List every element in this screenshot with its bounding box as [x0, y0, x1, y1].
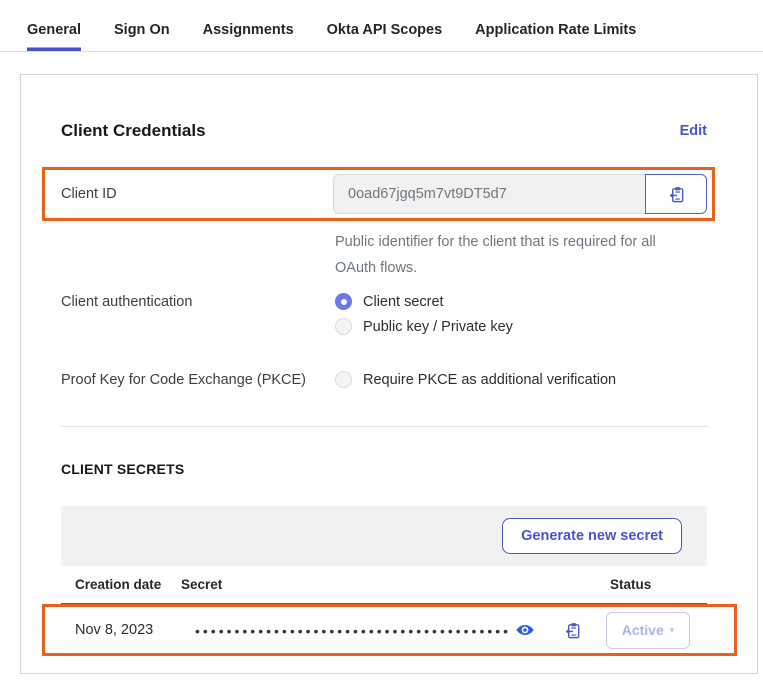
pkce-options: Require PKCE as additional verification: [335, 371, 616, 396]
client-id-help-text: Public identifier for the client that is…: [335, 229, 683, 281]
client-secrets-title: CLIENT SECRETS: [61, 461, 707, 477]
radio-unselected-icon[interactable]: [335, 318, 352, 335]
client-authentication-row: Client authentication Client secret Publ…: [61, 293, 707, 343]
clipboard-copy-icon: [667, 185, 686, 204]
pkce-option-label: Require PKCE as additional verification: [363, 372, 616, 388]
tab-okta-api-scopes[interactable]: Okta API Scopes: [327, 12, 443, 51]
secret-status-dropdown[interactable]: Active ▾: [606, 612, 690, 649]
edit-link[interactable]: Edit: [680, 123, 707, 139]
masked-secret-value: ••••••••••••••••••••••••••••••••••••••••: [195, 621, 513, 639]
client-authentication-options: Client secret Public key / Private key: [335, 293, 513, 343]
pkce-row: Proof Key for Code Exchange (PKCE) Requi…: [61, 371, 707, 396]
header-creation-date: Creation date: [61, 577, 181, 592]
client-authentication-label: Client authentication: [61, 293, 335, 310]
header-secret: Secret: [181, 577, 610, 592]
secrets-table-header: Creation date Secret Status: [61, 566, 707, 604]
eye-icon: [515, 620, 535, 640]
radio-option-label: Client secret: [363, 294, 444, 310]
chevron-down-icon: ▾: [670, 625, 675, 636]
radio-option-public-private-key[interactable]: Public key / Private key: [335, 318, 513, 335]
pkce-label: Proof Key for Code Exchange (PKCE): [61, 371, 335, 388]
client-id-highlight-box: Client ID 0oad67jgq5m7vt9DT5d7: [42, 167, 715, 221]
client-id-input-group: 0oad67jgq5m7vt9DT5d7: [333, 174, 707, 214]
tab-general[interactable]: General: [27, 12, 81, 51]
client-secrets-toolbar: Generate new secret: [61, 506, 707, 566]
secret-status-label: Active: [622, 622, 664, 638]
clipboard-copy-icon: [563, 621, 582, 640]
tab-application-rate-limits[interactable]: Application Rate Limits: [475, 12, 636, 51]
app-tab-bar: General Sign On Assignments Okta API Sco…: [0, 12, 763, 52]
header-status: Status: [610, 577, 707, 592]
pkce-option[interactable]: Require PKCE as additional verification: [335, 371, 616, 388]
reveal-secret-button[interactable]: [515, 620, 535, 640]
pkce-checkbox[interactable]: [335, 371, 352, 388]
tab-assignments[interactable]: Assignments: [203, 12, 294, 51]
tab-sign-on[interactable]: Sign On: [114, 12, 170, 51]
secret-row-highlight-box: Nov 8, 2023 ••••••••••••••••••••••••••••…: [42, 604, 737, 656]
settings-card: Client Credentials Edit Client ID 0oad67…: [20, 74, 758, 674]
copy-secret-button[interactable]: [563, 621, 582, 640]
client-id-label: Client ID: [61, 186, 333, 202]
section-divider: [61, 426, 709, 427]
generate-new-secret-button[interactable]: Generate new secret: [502, 518, 682, 554]
client-credentials-title: Client Credentials: [61, 121, 206, 141]
client-id-copy-button[interactable]: [645, 174, 707, 214]
radio-option-client-secret[interactable]: Client secret: [335, 293, 513, 310]
radio-selected-icon[interactable]: [335, 293, 352, 310]
radio-option-label: Public key / Private key: [363, 319, 513, 335]
client-credentials-header: Client Credentials Edit: [61, 121, 707, 141]
client-id-field[interactable]: 0oad67jgq5m7vt9DT5d7: [333, 174, 645, 214]
secret-creation-date: Nov 8, 2023: [75, 622, 195, 638]
